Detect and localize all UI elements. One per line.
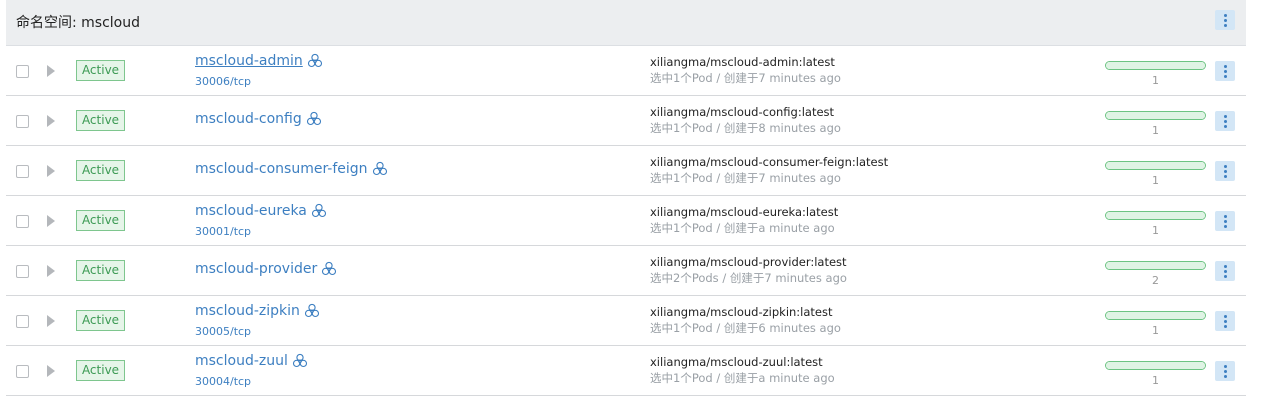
row-checkbox[interactable]	[16, 65, 29, 78]
row-menu-button[interactable]	[1215, 311, 1235, 331]
port-link[interactable]: 30006/tcp	[195, 75, 251, 88]
service-discovery-icon[interactable]	[306, 111, 322, 127]
pod-health-bar	[1105, 261, 1206, 270]
pod-health-fill	[1106, 212, 1205, 219]
container-image: xiliangma/mscloud-consumer-feign:latest	[650, 155, 889, 169]
row-checkbox[interactable]	[16, 315, 29, 328]
container-image: xiliangma/mscloud-provider:latest	[650, 255, 847, 269]
pod-detail: 选中1个Pod / 创建于7 minutes ago	[650, 171, 841, 185]
status-badge: Active	[76, 310, 125, 331]
row-menu-button[interactable]	[1215, 211, 1235, 231]
service-discovery-icon[interactable]	[307, 53, 323, 69]
pod-health-fill	[1106, 62, 1205, 69]
table-row: Active mscloud-consumer-feign xiliangma/ms…	[6, 146, 1246, 196]
service-name-link[interactable]: mscloud-config	[195, 111, 302, 127]
pod-health-fill	[1106, 312, 1205, 319]
status-badge: Active	[76, 360, 125, 381]
pod-detail: 选中1个Pod / 创建于7 minutes ago	[650, 71, 841, 85]
row-menu-button[interactable]	[1215, 111, 1235, 131]
service-name-group: mscloud-admin	[195, 53, 323, 69]
service-name-link[interactable]: mscloud-admin	[195, 53, 303, 69]
table-row: Active mscloud-config xiliangma/mscloud-co…	[6, 96, 1246, 146]
pod-count: 1	[1152, 74, 1159, 87]
container-image: xiliangma/mscloud-config:latest	[650, 105, 835, 119]
namespace-group-header: 命名空间: mscloud	[6, 0, 1246, 46]
port-link[interactable]: 30005/tcp	[195, 325, 251, 338]
pod-health-bar	[1105, 111, 1206, 120]
row-menu-button[interactable]	[1215, 261, 1235, 281]
expand-arrow-icon[interactable]	[47, 265, 55, 277]
expand-arrow-icon[interactable]	[47, 215, 55, 227]
pod-health-bar	[1105, 211, 1206, 220]
pod-health-bar	[1105, 61, 1206, 70]
service-name-link[interactable]: mscloud-provider	[195, 261, 317, 277]
pod-health-fill	[1106, 162, 1205, 169]
pod-detail: 选中1个Pod / 创建于a minute ago	[650, 221, 835, 235]
row-menu-button[interactable]	[1215, 361, 1235, 381]
service-name-link[interactable]: mscloud-consumer-feign	[195, 161, 368, 177]
service-discovery-icon[interactable]	[304, 303, 320, 319]
pod-count: 1	[1152, 324, 1159, 337]
service-name-group: mscloud-consumer-feign	[195, 161, 388, 177]
status-badge: Active	[76, 210, 125, 231]
port-link[interactable]: 30001/tcp	[195, 225, 251, 238]
expand-arrow-icon[interactable]	[47, 315, 55, 327]
expand-arrow-icon[interactable]	[47, 365, 55, 377]
pod-health-bar	[1105, 361, 1206, 370]
service-name-group: mscloud-zipkin	[195, 303, 320, 319]
pod-health-bar	[1105, 161, 1206, 170]
table-row: Active mscloud-eureka 30001/tcp xiliangma/m…	[6, 196, 1246, 246]
port-link[interactable]: 30004/tcp	[195, 375, 251, 388]
table-row: Active mscloud-zuul 30004/tcp xiliangma/msc…	[6, 346, 1246, 396]
pod-health-fill	[1106, 112, 1205, 119]
service-discovery-icon[interactable]	[292, 353, 308, 369]
pod-count: 1	[1152, 174, 1159, 187]
status-badge: Active	[76, 110, 125, 131]
container-image: xiliangma/mscloud-zuul:latest	[650, 355, 823, 369]
pod-detail: 选中1个Pod / 创建于8 minutes ago	[650, 121, 841, 135]
status-badge: Active	[76, 60, 125, 81]
expand-arrow-icon[interactable]	[47, 165, 55, 177]
container-image: xiliangma/mscloud-admin:latest	[650, 55, 835, 69]
pod-health-fill	[1106, 262, 1205, 269]
status-badge: Active	[76, 160, 125, 181]
container-image: xiliangma/mscloud-zipkin:latest	[650, 305, 833, 319]
service-name-group: mscloud-eureka	[195, 203, 327, 219]
row-checkbox[interactable]	[16, 165, 29, 178]
expand-arrow-icon[interactable]	[47, 65, 55, 77]
service-name-link[interactable]: mscloud-zuul	[195, 353, 288, 369]
pod-detail: 选中2个Pods / 创建于7 minutes ago	[650, 271, 847, 285]
pod-detail: 选中1个Pod / 创建于a minute ago	[650, 371, 835, 385]
pod-health-bar	[1105, 311, 1206, 320]
pod-detail: 选中1个Pod / 创建于6 minutes ago	[650, 321, 841, 335]
pod-count: 2	[1152, 274, 1159, 287]
service-name-group: mscloud-zuul	[195, 353, 308, 369]
namespace-title: 命名空间: mscloud	[16, 15, 141, 31]
pod-count: 1	[1152, 224, 1159, 237]
row-checkbox[interactable]	[16, 115, 29, 128]
table-row: Active mscloud-admin 30006/tcp xiliangma/ms…	[6, 46, 1246, 96]
service-name-group: mscloud-config	[195, 111, 322, 127]
service-name-group: mscloud-provider	[195, 261, 337, 277]
service-discovery-icon[interactable]	[372, 161, 388, 177]
container-image: xiliangma/mscloud-eureka:latest	[650, 205, 839, 219]
service-discovery-icon[interactable]	[311, 203, 327, 219]
table-row: Active mscloud-provider xiliangma/mscloud-…	[6, 246, 1246, 296]
pod-count: 1	[1152, 374, 1159, 387]
service-name-link[interactable]: mscloud-eureka	[195, 203, 307, 219]
service-name-link[interactable]: mscloud-zipkin	[195, 303, 300, 319]
service-discovery-icon[interactable]	[321, 261, 337, 277]
row-checkbox[interactable]	[16, 215, 29, 228]
row-checkbox[interactable]	[16, 265, 29, 278]
pod-health-fill	[1106, 362, 1205, 369]
status-badge: Active	[76, 260, 125, 281]
row-checkbox[interactable]	[16, 365, 29, 378]
row-menu-button[interactable]	[1215, 61, 1235, 81]
expand-arrow-icon[interactable]	[47, 115, 55, 127]
row-menu-button[interactable]	[1215, 161, 1235, 181]
pod-count: 1	[1152, 124, 1159, 137]
table-row: Active mscloud-zipkin 30005/tcp xiliangma/m…	[6, 296, 1246, 346]
namespace-menu-button[interactable]	[1215, 10, 1235, 30]
